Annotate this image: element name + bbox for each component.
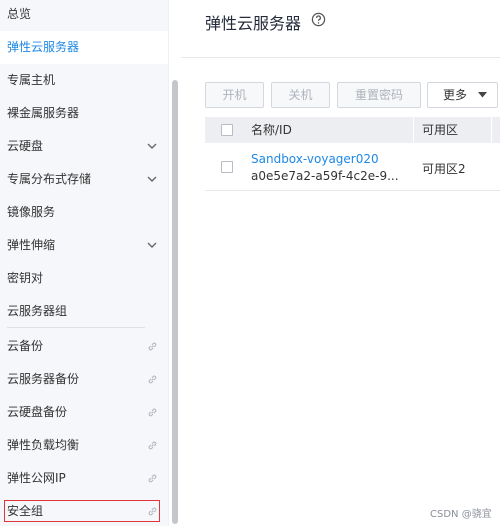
table-row: Sandbox-voyager020 a0e5e7a2-a59f-4c2e-9.… [205, 143, 500, 191]
sidebar: 总览 弹性云服务器 专属主机 裸金属服务器 云硬盘 专属分布式存储 镜像服务 弹… [0, 0, 168, 526]
external-link-icon [148, 375, 157, 384]
sidebar-item-server-backup[interactable]: 云服务器备份 [0, 363, 168, 396]
sidebar-item-disk-backup[interactable]: 云硬盘备份 [0, 396, 168, 429]
caret-down-icon [478, 92, 487, 98]
server-id: a0e5e7a2-a59f-4c2e-9... [251, 169, 399, 183]
sidebar-scrollbar[interactable] [168, 0, 180, 526]
sidebar-item-elb[interactable]: 弹性负载均衡 [0, 429, 168, 462]
column-separator [491, 117, 492, 143]
column-name-id: 名称/ID [251, 123, 292, 137]
server-az: 可用区2 [422, 162, 466, 176]
chevron-down-icon [147, 143, 157, 149]
row-checkbox[interactable] [221, 161, 233, 173]
sidebar-item-ecs[interactable]: 弹性云服务器 [0, 31, 168, 64]
help-icon[interactable] [311, 12, 326, 27]
security-group-highlight [4, 500, 160, 522]
external-link-icon [148, 441, 157, 450]
sidebar-divider [7, 327, 145, 328]
sidebar-item-image[interactable]: 镜像服务 [0, 196, 168, 229]
column-separator [413, 117, 414, 143]
sidebar-item-cbr[interactable]: 云备份 [0, 330, 168, 363]
sidebar-item-auto-scaling[interactable]: 弹性伸缩 [0, 229, 168, 262]
sidebar-item-dedicated-host[interactable]: 专属主机 [0, 64, 168, 97]
sidebar-item-key-pair[interactable]: 密钥对 [0, 262, 168, 295]
main-content: 弹性云服务器 开机 关机 重置密码 更多 名称/ID 可用区 Sandbox-v… [181, 0, 500, 526]
reset-password-button[interactable]: 重置密码 [337, 82, 421, 108]
scrollbar-thumb[interactable] [172, 80, 178, 524]
external-link-icon [148, 408, 157, 417]
external-link-icon [148, 342, 157, 351]
more-button[interactable]: 更多 [427, 82, 498, 108]
page-title: 弹性云服务器 [205, 14, 302, 33]
chevron-down-icon [147, 176, 157, 182]
column-az: 可用区 [422, 123, 459, 137]
sidebar-item-overview[interactable]: 总览 [0, 0, 168, 31]
sidebar-item-server-group[interactable]: 云服务器组 [0, 295, 168, 328]
watermark: CSDN @骁宜 [430, 509, 492, 520]
sidebar-item-evs[interactable]: 云硬盘 [0, 130, 168, 163]
table-header: 名称/ID 可用区 [205, 117, 500, 143]
start-button[interactable]: 开机 [205, 82, 264, 108]
select-all-checkbox[interactable] [221, 124, 233, 136]
external-link-icon [148, 474, 157, 483]
sidebar-item-eip[interactable]: 弹性公网IP [0, 462, 168, 495]
chevron-down-icon [147, 242, 157, 248]
page-header: 弹性云服务器 [181, 0, 500, 58]
server-name-link[interactable]: Sandbox-voyager020 [251, 152, 379, 166]
stop-button[interactable]: 关机 [271, 82, 330, 108]
sidebar-item-bare-metal[interactable]: 裸金属服务器 [0, 97, 168, 130]
sidebar-item-dss[interactable]: 专属分布式存储 [0, 163, 168, 196]
